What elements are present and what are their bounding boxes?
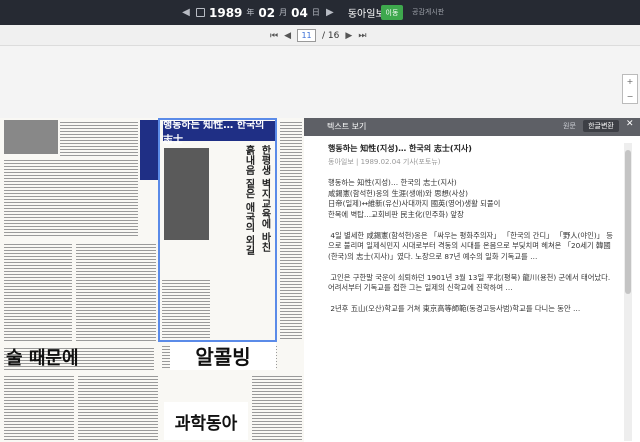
scrollbar-thumb[interactable] <box>625 150 631 294</box>
text-column <box>76 242 156 342</box>
month-select[interactable]: 02 <box>258 6 275 20</box>
go-button[interactable]: 이동 <box>381 5 403 20</box>
ad-science-donga: 과학동아 <box>164 402 248 440</box>
year-select[interactable]: 1989 <box>209 6 242 20</box>
section-label <box>140 120 158 180</box>
hangul-convert-button[interactable]: 한글변환 <box>583 120 619 132</box>
zoom-out-button[interactable]: − <box>623 90 637 105</box>
top-toolbar: ◀ 1989 年 02 月 04 日 ▶ 동아일보 ▼ 이동 공감게시판 <box>0 0 640 25</box>
selected-article-outline[interactable] <box>158 118 277 342</box>
pager-bar: ⏮ ◀ 11 / 16 ▶ ⏭ <box>0 25 640 46</box>
text-column <box>280 120 302 340</box>
text-column <box>252 374 302 440</box>
year-unit: 年 <box>246 8 255 17</box>
zoom-in-button[interactable]: + <box>623 75 637 90</box>
pager: ⏮ ◀ 11 / 16 ▶ ⏭ <box>270 28 366 43</box>
close-icon[interactable]: ✕ <box>626 119 634 129</box>
text-column <box>4 374 74 440</box>
article-meta: 동아일보 | 1989.02.04 기사(포토뉴) <box>328 158 441 166</box>
text-column <box>60 120 138 160</box>
first-page-icon[interactable]: ⏮ <box>270 31 278 41</box>
viewer-background <box>0 46 640 118</box>
text-column <box>78 374 158 440</box>
total-pages: / 16 <box>322 30 340 41</box>
zoom-control: + − <box>622 74 638 104</box>
original-text-button[interactable]: 원문 <box>563 121 576 131</box>
top-left-photo <box>4 120 58 154</box>
month-unit: 月 <box>279 8 288 17</box>
text-column <box>4 158 138 238</box>
ad-alcohol-title: 알콜빙 <box>170 340 276 370</box>
article-title: 행동하는 知性(지성)… 한국의 志士(지사) <box>328 144 472 153</box>
prev-page-icon[interactable]: ◀ <box>284 31 291 41</box>
page-number-input[interactable]: 11 <box>297 29 317 42</box>
date-navigator: ◀ 1989 年 02 月 04 日 ▶ 동아일보 ▼ <box>180 0 394 25</box>
public-board-link[interactable]: 공감게시판 <box>412 7 444 17</box>
day-unit: 日 <box>311 8 320 17</box>
prev-date-arrow-icon[interactable]: ◀ <box>180 7 192 18</box>
newspaper-select[interactable]: 동아일보 <box>348 5 385 20</box>
calendar-icon[interactable] <box>196 8 205 17</box>
article-body: 행동하는 知性(지성)… 한국의 志士(지사) 咸錫憲(함석헌)옹의 生涯(생애… <box>328 178 614 313</box>
text-column <box>4 242 72 342</box>
next-page-icon[interactable]: ▶ <box>345 31 352 41</box>
next-date-arrow-icon[interactable]: ▶ <box>324 7 336 18</box>
text-panel-title: 텍스트 보기 <box>327 122 367 131</box>
day-select[interactable]: 04 <box>291 6 308 20</box>
last-page-icon[interactable]: ⏭ <box>358 31 366 41</box>
ad-liquor: 술 때문에 <box>6 348 79 369</box>
